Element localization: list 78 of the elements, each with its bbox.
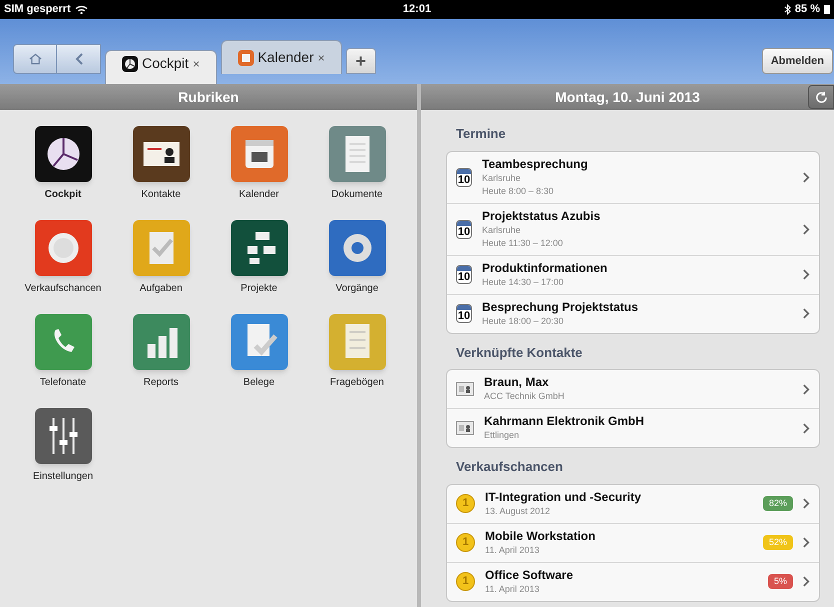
chevron-icon [803, 422, 810, 434]
app-icon [34, 126, 92, 182]
app-tile[interactable]: Belege [210, 314, 308, 390]
app-tile[interactable]: Reports [112, 314, 210, 390]
percentage-badge: 52% [762, 534, 793, 550]
chevron-icon [803, 384, 810, 394]
app-tile[interactable]: Telefonate [14, 314, 112, 390]
list-row[interactable]: 1 IT-Integration und -Security 13. August 2012 82% [447, 484, 819, 522]
app-icon [328, 220, 386, 276]
app-icon [34, 314, 92, 370]
list-row[interactable]: 10 Besprechung Projektstatus Heute 18:00 – 20:30 [447, 294, 819, 332]
app-tile[interactable]: Cockpit [14, 126, 112, 202]
app-icon [132, 314, 190, 370]
calendar-icon [238, 50, 254, 66]
percentage-badge: 5% [768, 574, 793, 590]
battery-text: 85 % [794, 2, 820, 18]
app-icon [34, 408, 92, 464]
refresh-icon [814, 90, 828, 104]
percentage-badge: 82% [762, 496, 793, 512]
app-icon [230, 314, 288, 370]
contact-card-icon [456, 421, 474, 435]
calendar-icon: 10 [456, 265, 472, 284]
app-icon [328, 126, 386, 182]
chevron-icon [803, 498, 810, 509]
panel-title: Montag, 10. Juni 2013 [555, 88, 700, 107]
refresh-button[interactable] [808, 85, 834, 109]
back-icon [74, 53, 82, 65]
chevron-icon [803, 537, 810, 548]
app-tile[interactable]: Projekte [210, 220, 308, 296]
section-title: Verknüpfte Kontakte [456, 344, 584, 362]
list-row[interactable]: Braun, Max ACC Technik GmbH [447, 370, 819, 408]
tab[interactable]: Kalender × [220, 40, 342, 74]
battery-icon [824, 5, 830, 14]
tab[interactable]: Cockpit × [105, 50, 217, 84]
list-row[interactable]: 1 Office Software 11. April 2013 5% [447, 562, 819, 600]
contact-card-icon [456, 382, 474, 396]
back-button[interactable] [57, 44, 101, 74]
calendar-icon: 10 [456, 304, 472, 323]
app-icon [132, 220, 190, 276]
app-tile[interactable]: Kontakte [112, 126, 210, 202]
chevron-icon [803, 224, 810, 234]
section-title: Termine [456, 125, 507, 143]
calendar-icon: 10 [456, 168, 472, 186]
bluetooth-icon [784, 4, 791, 15]
pie-chart-icon [122, 56, 138, 72]
app-tile[interactable]: Aufgaben [112, 220, 210, 296]
add-tab-button[interactable]: + [346, 48, 376, 74]
app-icon [328, 314, 386, 370]
list-row[interactable]: 10 Teambesprechung Karlsruhe Heute 8:00 – 8:30 [447, 152, 819, 202]
clock-text: 12:01 [402, 2, 432, 18]
app-tile[interactable]: Dokumente [308, 126, 406, 202]
app-tile[interactable]: Verkaufschancen [14, 220, 112, 296]
app-icon [132, 126, 190, 182]
app-tile[interactable]: Kalender [210, 126, 308, 202]
app-tile[interactable]: Fragebögen [308, 314, 406, 390]
coin-icon: 1 [456, 533, 475, 552]
section-title: Verkaufschancen [456, 458, 564, 476]
list-row[interactable]: 10 Projektstatus Azubis Karlsruhe Heute 11:30 – 12:00 [447, 202, 819, 254]
list-row[interactable]: 1 Mobile Workstation 11. April 2013 52% [447, 522, 819, 562]
logout-button[interactable]: Abmelden [762, 48, 833, 74]
app-tile[interactable]: Vorgänge [308, 220, 406, 296]
carrier-text: SIM gesperrt [4, 2, 71, 18]
app-icon [34, 220, 92, 276]
chevron-icon [803, 172, 810, 182]
app-icon [230, 220, 288, 276]
chevron-icon [803, 576, 810, 587]
app-icon [230, 126, 288, 182]
chevron-icon [803, 269, 810, 280]
home-button[interactable] [13, 44, 57, 74]
home-icon [28, 53, 42, 65]
chevron-icon [803, 308, 810, 319]
calendar-icon: 10 [456, 220, 472, 238]
app-tile[interactable]: Einstellungen [14, 408, 112, 484]
coin-icon: 1 [456, 494, 475, 513]
coin-icon: 1 [456, 572, 475, 591]
panel-title: Rubriken [178, 88, 239, 106]
wifi-icon [74, 5, 88, 14]
list-row[interactable]: Kahrmann Elektronik GmbH Ettlingen [447, 408, 819, 447]
